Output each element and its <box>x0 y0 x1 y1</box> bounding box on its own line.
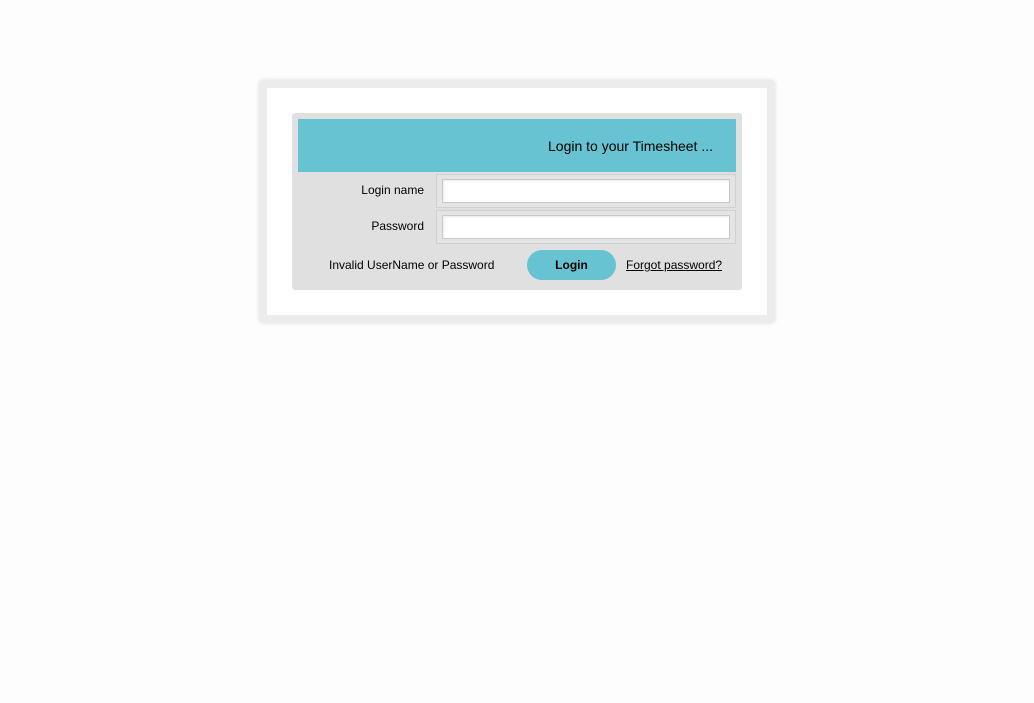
login-button[interactable]: Login <box>527 250 616 280</box>
login-dialog-body: Login to your Timesheet ... Login name P… <box>267 88 767 315</box>
login-name-input[interactable] <box>442 179 730 203</box>
action-row: Invalid UserName or Password Login Forgo… <box>298 250 736 280</box>
password-label: Password <box>371 219 424 233</box>
login-name-row: Login name <box>298 174 736 208</box>
login-header: Login to your Timesheet ... <box>298 119 736 172</box>
login-header-title: Login to your Timesheet ... <box>548 137 713 154</box>
login-panel: Login to your Timesheet ... Login name P… <box>292 113 742 290</box>
login-name-cell <box>436 174 736 208</box>
login-dialog-frame: Login to your Timesheet ... Login name P… <box>259 80 775 323</box>
login-name-label: Login name <box>361 183 424 197</box>
error-message: Invalid UserName or Password <box>329 258 495 272</box>
password-row: Password <box>298 210 736 244</box>
forgot-password-link[interactable]: Forgot password? <box>626 250 722 280</box>
password-cell <box>436 210 736 244</box>
password-input[interactable] <box>442 215 730 239</box>
